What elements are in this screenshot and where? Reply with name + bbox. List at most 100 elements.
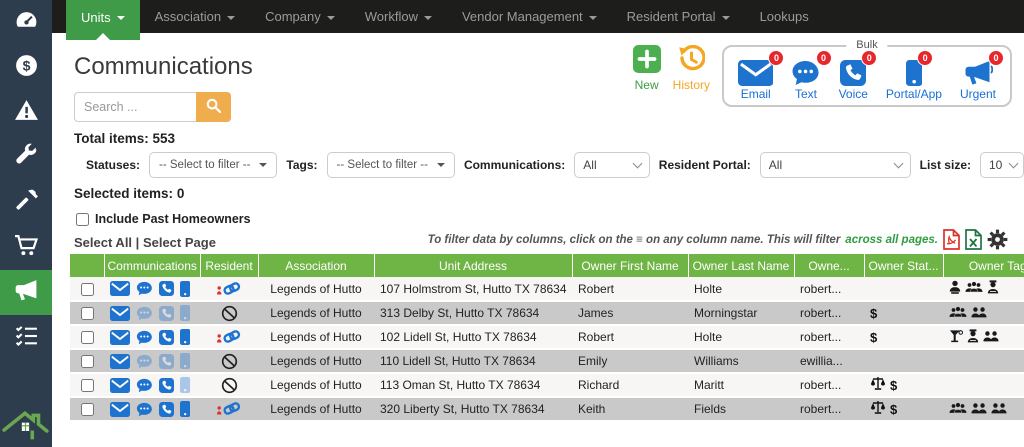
bulk-voice-button[interactable]: 0 Voice — [839, 58, 868, 101]
owner-status-cell — [864, 349, 943, 373]
unit-address-cell: 107 Holmstrom St, Hutto TX 78634 — [374, 277, 572, 301]
col-owner-first-name[interactable]: Owner First Name — [572, 254, 688, 277]
resident-linked-icon[interactable] — [216, 401, 243, 415]
select-page-link[interactable]: Select Page — [143, 235, 216, 250]
robber-tag-icon — [967, 329, 979, 346]
sidebar-item-dashboard[interactable] — [0, 0, 52, 45]
scale-icon — [870, 376, 886, 394]
resident-blocked-icon — [221, 305, 238, 319]
bulk-portal-app-button[interactable]: 0 Portal/App — [886, 58, 942, 101]
app-icon[interactable] — [180, 329, 190, 345]
sidebar-item-financial[interactable]: $ — [0, 45, 52, 90]
voice-icon[interactable] — [159, 281, 174, 296]
robber-tag-icon — [987, 280, 999, 297]
unit-address-cell: 102 Lidell St, Hutto TX 78634 — [374, 325, 572, 349]
bulk-urgent-button[interactable]: 0 Urgent — [960, 58, 996, 101]
app-icon[interactable] — [180, 305, 190, 321]
search-button[interactable] — [196, 92, 231, 122]
warning-triangle-icon — [14, 98, 39, 128]
row-checkbox[interactable] — [81, 331, 94, 344]
actions-bar: New History Bulk 0 Email 0 Text 0 Voice … — [633, 45, 1012, 107]
sidebar-item-workorders[interactable] — [0, 180, 52, 225]
owner-first-name-cell: Keith — [572, 397, 688, 421]
col-unit-address[interactable]: Unit Address — [374, 254, 572, 277]
include-past-homeowners-checkbox[interactable] — [76, 213, 89, 226]
col-owner-email[interactable]: Owne... — [794, 254, 864, 277]
sidebar-item-alerts[interactable] — [0, 90, 52, 135]
tags-dropdown[interactable]: -- Select to filter -- — [327, 152, 455, 178]
text-icon[interactable] — [136, 402, 153, 417]
col-resident[interactable]: Resident — [200, 254, 258, 277]
list-size-select[interactable]: 10 — [980, 152, 1024, 178]
voice-icon[interactable] — [159, 402, 174, 417]
association-cell: Legends of Hutto — [258, 277, 374, 301]
badge-count: 0 — [768, 50, 784, 66]
col-owner-status[interactable]: Owner Stat... — [864, 254, 943, 277]
col-owner-last-name[interactable]: Owner Last Name — [688, 254, 794, 277]
bulk-email-button[interactable]: 0 Email — [738, 58, 773, 101]
agent-tag-icon — [949, 280, 961, 297]
voice-icon[interactable] — [159, 378, 174, 393]
email-icon[interactable] — [110, 306, 130, 321]
sidebar-item-tasks[interactable] — [0, 315, 52, 360]
table-row: Legends of Hutto102 Lidell St, Hutto TX … — [70, 325, 1024, 349]
communications-cell — [104, 349, 200, 373]
text-icon[interactable] — [136, 281, 153, 296]
export-pdf-button[interactable] — [943, 229, 960, 250]
bulk-text-button[interactable]: 0 Text — [791, 58, 820, 101]
email-icon[interactable] — [110, 354, 130, 369]
email-icon[interactable] — [110, 281, 130, 296]
nav-workflow[interactable]: Workflow — [350, 0, 447, 33]
selected-items-label: Selected items: — [74, 186, 173, 201]
email-icon[interactable] — [110, 330, 130, 345]
row-checkbox[interactable] — [81, 355, 94, 368]
resident-portal-select[interactable]: All — [760, 152, 911, 178]
unit-address-cell: 313 Delby St, Hutto TX 78634 — [374, 301, 572, 325]
row-checkbox[interactable] — [81, 379, 94, 392]
owner-tags-cell — [943, 397, 1024, 421]
col-association[interactable]: Association — [258, 254, 374, 277]
text-icon[interactable] — [136, 378, 153, 393]
nav-resident-portal[interactable]: Resident Portal — [612, 0, 745, 33]
row-checkbox[interactable] — [81, 283, 94, 296]
statuses-dropdown[interactable]: -- Select to filter -- — [149, 152, 277, 178]
sidebar-item-purchasing[interactable] — [0, 225, 52, 270]
select-all-link[interactable]: Select All — [74, 235, 132, 250]
text-icon[interactable] — [136, 354, 153, 369]
resident-linked-icon[interactable] — [216, 281, 243, 295]
communications-select[interactable]: All — [574, 152, 650, 178]
chevron-down-icon — [437, 163, 445, 167]
nav-units-label: Units — [81, 10, 111, 25]
app-icon[interactable] — [180, 281, 190, 297]
email-icon[interactable] — [110, 402, 130, 417]
row-checkbox[interactable] — [81, 307, 94, 320]
nav-company[interactable]: Company — [250, 0, 350, 33]
users2-tag-icon — [971, 401, 987, 418]
row-checkbox-cell — [70, 397, 104, 421]
row-checkbox[interactable] — [81, 403, 94, 416]
sidebar-item-communications[interactable] — [0, 270, 52, 315]
col-communications[interactable]: Communications — [104, 254, 200, 277]
settings-gear-button[interactable] — [987, 229, 1008, 250]
app-icon[interactable] — [180, 377, 190, 393]
col-owner-tags[interactable]: Owner Tags — [943, 254, 1024, 277]
resident-linked-icon[interactable] — [216, 329, 243, 343]
voice-icon[interactable] — [159, 330, 174, 345]
voice-icon[interactable] — [159, 306, 174, 321]
export-excel-button[interactable] — [965, 229, 982, 250]
app-icon[interactable] — [180, 353, 190, 369]
resident-blocked-icon — [221, 377, 238, 391]
voice-icon[interactable] — [159, 354, 174, 369]
nav-vendor-management[interactable]: Vendor Management — [447, 0, 612, 33]
app-icon[interactable] — [180, 401, 190, 417]
sidebar-item-maintenance[interactable] — [0, 135, 52, 180]
nav-lookups[interactable]: Lookups — [745, 0, 824, 33]
text-icon[interactable] — [136, 330, 153, 345]
history-button[interactable]: History — [673, 45, 710, 92]
nav-units[interactable]: Units — [66, 0, 140, 40]
email-icon[interactable] — [110, 378, 130, 393]
search-input[interactable] — [74, 92, 196, 122]
new-button[interactable]: New — [633, 45, 661, 92]
text-icon[interactable] — [136, 306, 153, 321]
nav-association[interactable]: Association — [140, 0, 250, 33]
